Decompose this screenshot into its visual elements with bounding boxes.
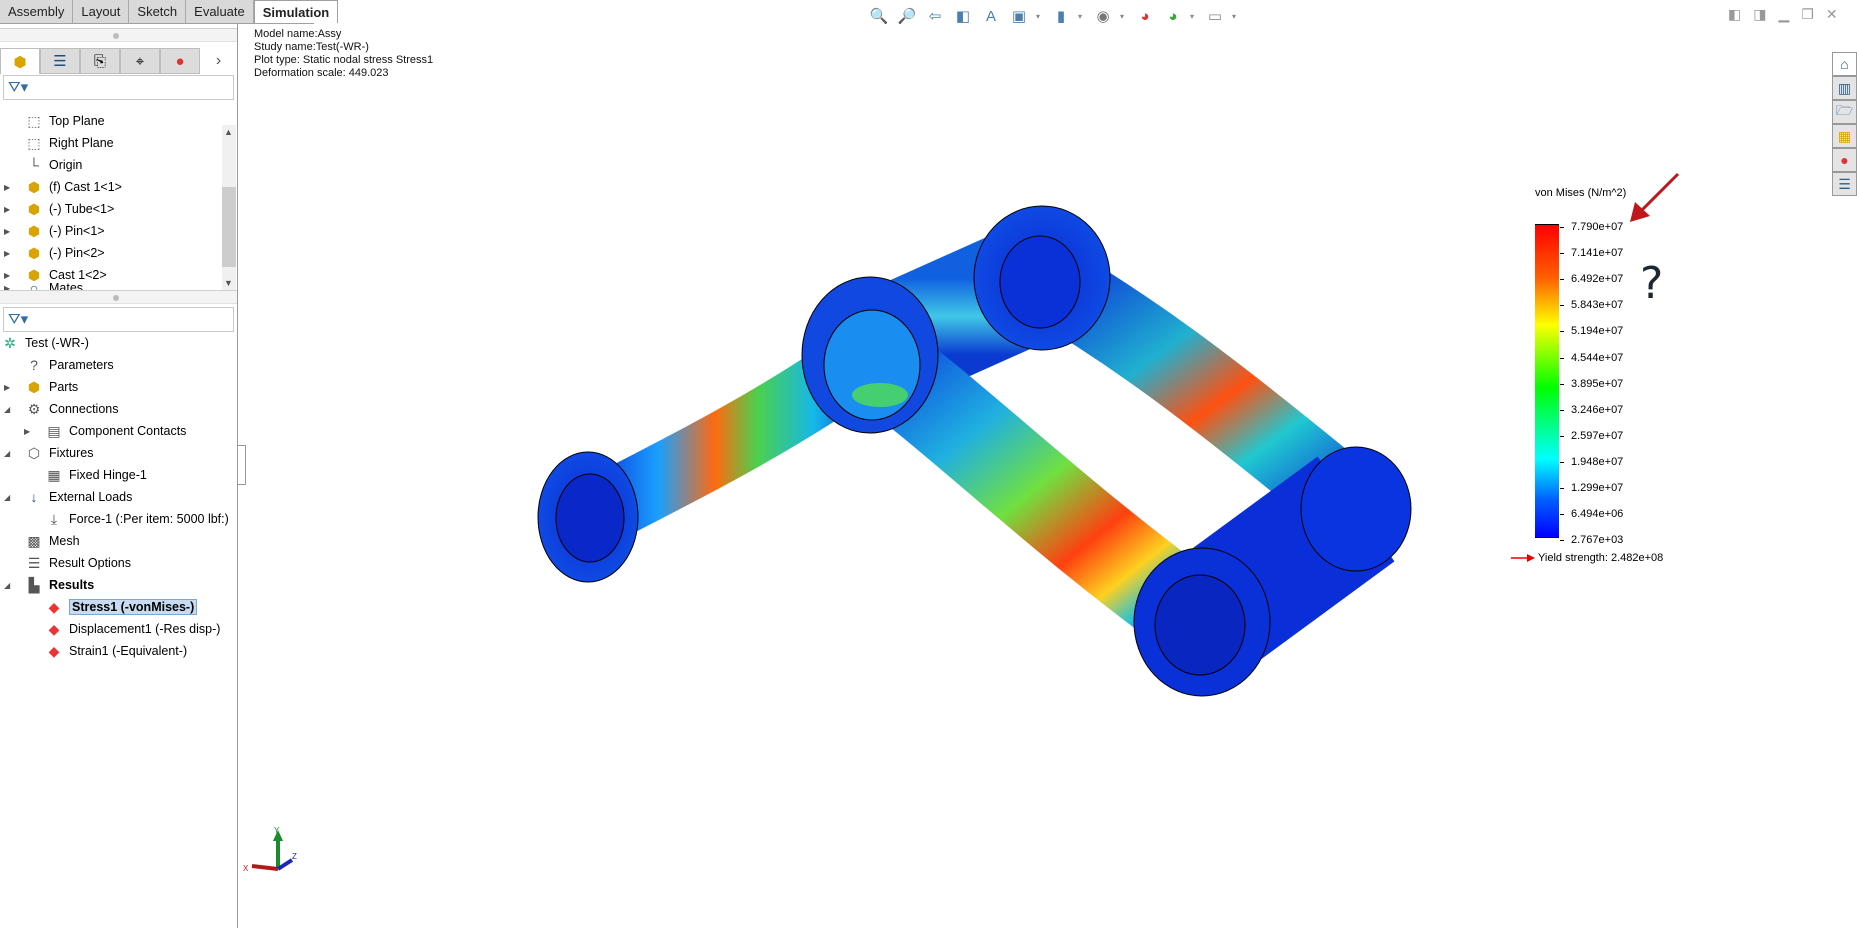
legend-tick [1560,409,1564,411]
legend-label: 5.194e+07 [1571,325,1624,338]
legend-label: 2.597e+07 [1571,429,1624,442]
legend-label: 6.494e+06 [1571,508,1624,521]
annotation-question-mark: ? [1640,258,1664,309]
legend-tick [1560,331,1564,333]
legend-tick [1560,305,1564,307]
legend-label: 4.544e+07 [1571,351,1624,364]
legend-tick [1560,461,1564,463]
triad-x-label: X [243,864,249,873]
legend-tick [1560,227,1564,228]
legend-tick [1560,383,1564,385]
annotation-arrow-icon [1630,172,1680,222]
legend-label: 6.492e+07 [1571,273,1624,286]
legend-label: 3.895e+07 [1571,377,1624,390]
legend-tick [1560,253,1564,255]
yield-strength: Yield strength: 2.482e+08 [1511,552,1663,564]
legend-label: 7.790e+07 [1571,221,1624,233]
legend-tick [1560,514,1564,516]
legend-label: 1.299e+07 [1571,482,1624,494]
legend-label: 2.767e+03 [1571,534,1624,547]
triad-z-label: Z [292,852,297,861]
legend-tick [1560,279,1564,281]
legend-tick [1560,435,1564,437]
legend-tick [1560,488,1564,489]
legend-tick [1560,357,1564,359]
red-arrow-icon [1511,554,1535,562]
legend-title: von Mises (N/m^2) [1535,187,1627,199]
legend-label: 5.843e+07 [1571,299,1624,312]
legend-tick [1560,540,1564,542]
legend-color-bar [1535,224,1559,538]
legend-label: 7.141e+07 [1571,247,1624,260]
yield-strength-text: Yield strength: 2.482e+08 [1538,552,1664,564]
triad-y-label: Y [274,826,280,835]
legend-label: 3.246e+07 [1571,403,1624,416]
orientation-triad: Y X Z [243,826,297,873]
legend-label: 1.948e+07 [1571,455,1624,468]
